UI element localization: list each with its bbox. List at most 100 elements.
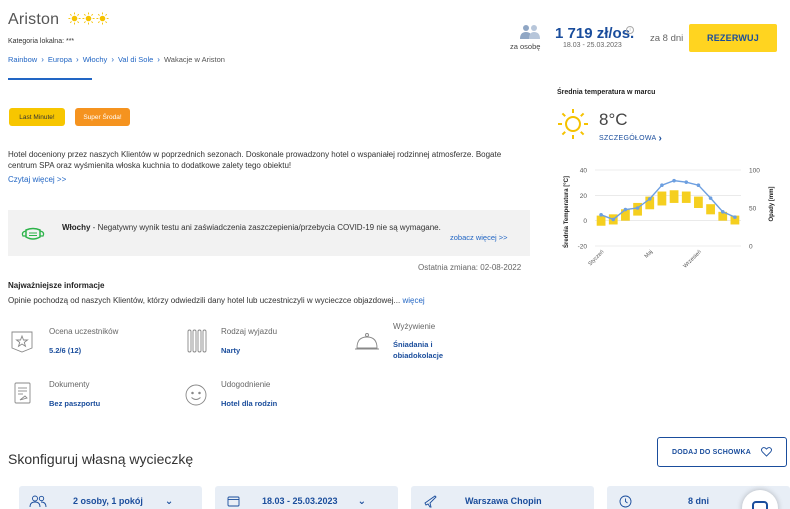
important-info-text: Opinie pochodzą od naszych Klientów, któ… bbox=[8, 296, 425, 305]
sun-icon bbox=[558, 109, 588, 139]
local-category: Kategoria lokalna: *** bbox=[8, 38, 75, 45]
precipitation-point bbox=[733, 215, 737, 219]
duration-value: 8 dni bbox=[688, 496, 710, 506]
airport-value: Warszawa Chopin bbox=[465, 496, 542, 506]
dates-value: 18.03 - 25.03.2023 bbox=[262, 496, 338, 506]
precipitation-point bbox=[599, 213, 603, 217]
hotel-description: Hotel doceniony przez naszych Klientów w… bbox=[8, 150, 502, 170]
airplane-icon bbox=[424, 495, 437, 508]
people-selector[interactable]: 2 osoby, 1 pokój ⌄ bbox=[19, 486, 202, 509]
feature-rating-label: Ocena uczestników bbox=[49, 327, 119, 336]
weather-chart: 40 20 0 -20 100 50 0 Średnia Temperatura [°C] Op… bbox=[563, 168, 775, 270]
feature-amenity-label: Udogodnienie bbox=[221, 380, 271, 389]
temperature-bar bbox=[657, 191, 667, 206]
reserve-button[interactable]: REZERWUJ bbox=[689, 24, 777, 52]
x-tick-label: Maj bbox=[644, 249, 655, 260]
temperature-bar bbox=[681, 191, 691, 203]
read-more-link[interactable]: Czytaj więcej >> bbox=[8, 175, 66, 184]
march-temperature: 8°C bbox=[599, 110, 628, 129]
feature-trip-type-label: Rodzaj wyjazdu bbox=[221, 327, 278, 336]
temperature-bar bbox=[706, 204, 715, 215]
super-sroda-badge[interactable]: Super Środa! bbox=[75, 108, 130, 126]
per-person-label: za osobę bbox=[510, 42, 541, 51]
covid-message: - Negatywny wynik testu ani zaświadczeni… bbox=[90, 223, 441, 232]
covid-text: Włochy - Negatywny wynik testu ani zaświ… bbox=[62, 222, 452, 233]
face-mask-icon bbox=[21, 227, 45, 240]
last-minute-badge[interactable]: Last Minute! bbox=[9, 108, 65, 126]
feature-trip-type-value[interactable]: Narty bbox=[221, 345, 240, 356]
sun-icon bbox=[82, 12, 95, 25]
document-icon bbox=[14, 382, 31, 404]
weather-detail-link[interactable]: SZCZEGÓŁOWA › bbox=[599, 133, 662, 144]
right-tick-label: 100 bbox=[749, 168, 760, 175]
configure-title: Skonfiguruj własną wycieczkę bbox=[8, 451, 194, 467]
feature-amenity-value[interactable]: Hotel dla rodzin bbox=[221, 398, 277, 409]
feature-rating-value[interactable]: 5.2/6 (12) bbox=[49, 345, 81, 356]
food-dome-icon bbox=[355, 333, 379, 350]
sun-icon bbox=[96, 12, 109, 25]
active-tab-indicator bbox=[8, 78, 92, 80]
chevron-right-icon: › bbox=[41, 55, 44, 64]
weather-title: Średnia temperatura w marcu bbox=[557, 89, 656, 96]
people-value: 2 osoby, 1 pokój bbox=[73, 496, 143, 506]
add-to-wishlist-button[interactable]: DODAJ DO SCHOWKA bbox=[657, 437, 787, 467]
precipitation-point bbox=[647, 197, 652, 201]
left-tick-label: 40 bbox=[580, 168, 588, 175]
chevron-right-icon: › bbox=[658, 133, 663, 144]
important-more-link[interactable]: więcej bbox=[402, 296, 424, 305]
breadcrumb-rainbow[interactable]: Rainbow bbox=[8, 55, 37, 64]
covid-see-more-link[interactable]: zobacz więcej >> bbox=[450, 233, 508, 242]
temperature-bar bbox=[669, 190, 679, 203]
smiley-icon bbox=[185, 384, 207, 406]
trip-duration: za 8 dni bbox=[650, 33, 684, 44]
breadcrumb-wlochy[interactable]: Włochy bbox=[83, 55, 108, 64]
chevron-right-icon: › bbox=[76, 55, 79, 64]
precipitation-point bbox=[720, 210, 725, 214]
add-to-wishlist-label: DODAJ DO SCHOWKA bbox=[671, 448, 752, 456]
precipitation-point bbox=[611, 217, 616, 222]
left-tick-label: -20 bbox=[578, 244, 588, 251]
price-dates: 18.03 - 25.03.2023 bbox=[563, 42, 622, 49]
feature-documents-value[interactable]: Bez paszportu bbox=[49, 398, 100, 409]
right-axis-title: Opady [mm] bbox=[769, 186, 775, 221]
covid-country: Włochy bbox=[62, 223, 91, 232]
rating-score: 5.2/6 bbox=[49, 346, 66, 355]
weather-detail-label: SZCZEGÓŁOWA bbox=[599, 135, 657, 142]
hotel-name: Ariston bbox=[8, 11, 60, 28]
rating-star-icon bbox=[11, 331, 33, 353]
people-icon bbox=[520, 25, 540, 39]
important-info-heading: Najważniejsze informacje bbox=[8, 281, 105, 290]
temperature-bar bbox=[596, 215, 606, 226]
precipitation-point bbox=[660, 183, 664, 187]
chat-icon bbox=[752, 501, 768, 509]
rating-count: (12) bbox=[67, 346, 82, 355]
chevron-right-icon: › bbox=[111, 55, 114, 64]
people-icon bbox=[29, 495, 47, 507]
breadcrumb: Rainbow › Europa › Włochy › Val di Sole … bbox=[8, 55, 225, 64]
x-tick-label: Wrzesień bbox=[682, 249, 702, 269]
precipitation-point bbox=[696, 183, 701, 187]
breadcrumb-europa[interactable]: Europa bbox=[48, 55, 72, 64]
feature-meals-value[interactable]: Śniadania i obiadokolacje bbox=[393, 339, 463, 361]
clock-icon bbox=[619, 495, 632, 507]
left-tick-label: 20 bbox=[580, 193, 588, 200]
precipitation-point bbox=[623, 207, 628, 212]
precipitation-point bbox=[684, 180, 689, 184]
x-tick-label: Styczeń bbox=[587, 249, 605, 267]
airport-selector[interactable]: Warszawa Chopin bbox=[411, 486, 594, 509]
left-axis-title: Średnia Temperatura [°C] bbox=[563, 176, 570, 248]
feature-meals-label: Wyżywienie bbox=[393, 322, 436, 331]
temperature-bar bbox=[694, 196, 703, 208]
breadcrumb-current: Wakacje w Ariston bbox=[163, 55, 225, 64]
chevron-down-icon: ⌄ bbox=[164, 495, 174, 507]
last-change-date: Ostatnia zmiana: 02-08-2022 bbox=[418, 263, 522, 272]
dates-selector[interactable]: 18.03 - 25.03.2023 ⌄ bbox=[215, 486, 398, 509]
precipitation-point bbox=[708, 196, 713, 200]
chevron-down-icon: ⌄ bbox=[357, 495, 366, 507]
feature-documents-label: Dokumenty bbox=[49, 380, 90, 389]
info-icon[interactable]: i bbox=[626, 26, 634, 34]
chevron-right-icon: › bbox=[157, 55, 160, 64]
skis-icon bbox=[187, 329, 207, 353]
breadcrumb-val-di-sole[interactable]: Val di Sole bbox=[118, 55, 153, 64]
right-tick-label: 0 bbox=[749, 244, 753, 251]
